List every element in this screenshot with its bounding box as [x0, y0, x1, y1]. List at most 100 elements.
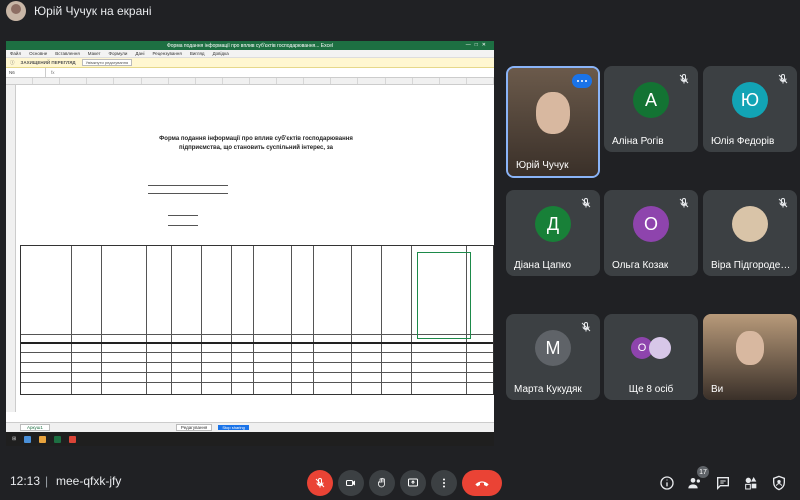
people-count-badge: 17	[697, 466, 709, 478]
shared-screen[interactable]: Форма подання інформації про вплив суб'є…	[6, 41, 494, 446]
excel-menu-item: Довідка	[212, 51, 229, 56]
participant-avatar: М	[535, 330, 571, 367]
column-header-cell	[33, 78, 61, 84]
form-line	[168, 215, 198, 216]
sheet-tab: Аркуш1	[20, 424, 50, 431]
participant-name: Ви	[711, 384, 724, 395]
mic-off-icon	[581, 197, 591, 208]
sheet-tabs: Аркуш1 Редагування Stop sharing	[6, 422, 494, 432]
mic-off-icon	[679, 197, 689, 208]
host-controls-button[interactable]	[769, 473, 789, 493]
sheet-title: Форма подання інформації про вплив суб'є…	[18, 135, 494, 153]
participant-name: Аліна Рогів	[612, 136, 664, 147]
mic-off-icon	[778, 197, 788, 208]
camera-toggle-button[interactable]	[338, 470, 364, 496]
meeting-info-button[interactable]	[657, 473, 677, 493]
separator: |	[45, 474, 49, 488]
excel-menu-item: Вигляд	[189, 51, 205, 56]
column-header-cell	[358, 78, 386, 84]
participant-avatar: О	[633, 206, 669, 243]
status-message: Редагування	[175, 424, 213, 431]
taskbar-excel-icon	[54, 435, 62, 443]
participant-face	[736, 331, 764, 366]
excel-menu-item: Файл	[10, 51, 22, 56]
column-header-cell	[142, 78, 169, 84]
data-table	[20, 245, 494, 395]
participant-name: Юрій Чучук	[516, 160, 569, 171]
form-line	[148, 185, 228, 186]
more-people-avatars: О	[631, 337, 671, 360]
participant-tile[interactable]: А Аліна Рогів	[604, 66, 698, 152]
cell-reference: N6	[6, 68, 46, 77]
excel-menu-item: Макет	[87, 51, 101, 56]
excel-title-bar: Форма подання інформації про вплив суб'є…	[6, 41, 494, 50]
taskbar-app-icon	[69, 435, 77, 443]
present-screen-button[interactable]	[400, 470, 426, 496]
participant-avatar	[649, 337, 671, 360]
column-header-cell	[331, 78, 359, 84]
info-icon	[660, 476, 674, 490]
participant-name: Ще 8 осіб	[628, 384, 674, 395]
mic-toggle-button[interactable]	[307, 470, 333, 496]
column-header-cell	[6, 78, 34, 84]
participant-name: Діана Цапко	[514, 260, 572, 271]
participant-tile[interactable]: Віра Підгородецька	[703, 190, 797, 276]
windows-taskbar: ⊞	[6, 432, 494, 446]
excel-menu-item: Рецензування	[152, 51, 182, 56]
shield-icon	[773, 475, 785, 491]
meeting-controls: 12:13 | mee-qfxk-jfy 17	[0, 462, 800, 500]
presenter-label: Юрій Чучук на екрані	[34, 4, 152, 18]
participant-tile[interactable]: Ю Юлія Федорів	[703, 66, 797, 152]
column-header-cell	[196, 78, 223, 84]
participant-name: Юлія Федорів	[711, 136, 775, 147]
participant-tile[interactable]: Д Діана Цапко	[506, 190, 600, 276]
more-vert-icon	[443, 478, 445, 488]
raise-hand-button[interactable]	[369, 470, 395, 496]
info-icon: ⓘ	[10, 59, 15, 65]
participant-tile[interactable]: М Марта Кукудяк	[506, 314, 600, 400]
sheet-title-line-1: Форма подання інформації про вплив суб'є…	[159, 136, 353, 142]
participant-name: Ольга Козак	[612, 260, 669, 271]
column-header-cell	[304, 78, 332, 84]
participant-tile[interactable]: О Ще 8 осіб	[604, 314, 698, 400]
fx-icon: fx	[51, 70, 55, 75]
participant-photo-avatar	[732, 206, 768, 243]
participant-name: Віра Підгородецька	[711, 260, 795, 271]
excel-menu-item: Дані	[135, 51, 145, 56]
more-options-button[interactable]	[431, 470, 457, 496]
presenter-banner: Юрій Чучук на екрані	[6, 0, 152, 22]
activities-button[interactable]	[741, 473, 761, 493]
chat-button[interactable]	[713, 473, 733, 493]
form-line	[168, 225, 198, 226]
column-header-cell	[386, 78, 413, 84]
column-header-cell	[60, 78, 88, 84]
form-line	[148, 193, 228, 194]
enable-editing-button: Увімкнути редагування	[81, 59, 133, 66]
taskbar-app-icon	[39, 435, 47, 443]
clock: 12:13	[10, 474, 41, 488]
participant-tile[interactable]: О Ольга Козак	[604, 190, 698, 276]
column-header-cell	[114, 78, 142, 84]
column-header-cell	[467, 78, 494, 84]
chat-icon	[717, 477, 729, 490]
end-call-button[interactable]	[462, 470, 502, 496]
formula-bar: N6 fx	[6, 68, 494, 78]
column-header-cell	[87, 78, 115, 84]
column-header-cell	[277, 78, 305, 84]
excel-menu: Файл Основне Вставлення Макет Формули Дані Рец…	[6, 50, 494, 58]
tile-options-button[interactable]	[572, 74, 592, 88]
excel-window-title: Форма подання інформації про вплив суб'є…	[166, 42, 334, 49]
window-controls-icon: —□✕	[465, 42, 490, 48]
excel-menu-item: Вставлення	[55, 51, 80, 56]
taskbar-app-icon	[24, 435, 32, 443]
meeting-code: mee-qfxk-jfy	[56, 474, 122, 488]
shapes-icon	[745, 477, 757, 490]
phone-hangup-icon	[475, 481, 489, 487]
camera-icon	[346, 480, 355, 486]
selected-cell	[417, 252, 471, 339]
participant-tile[interactable]: Ви	[703, 314, 797, 400]
participant-name: Марта Кукудяк	[514, 384, 582, 395]
participant-tile[interactable]: Юрій Чучук	[506, 66, 600, 178]
mic-off-icon	[679, 73, 689, 84]
excel-menu-item: Формули	[108, 51, 128, 56]
